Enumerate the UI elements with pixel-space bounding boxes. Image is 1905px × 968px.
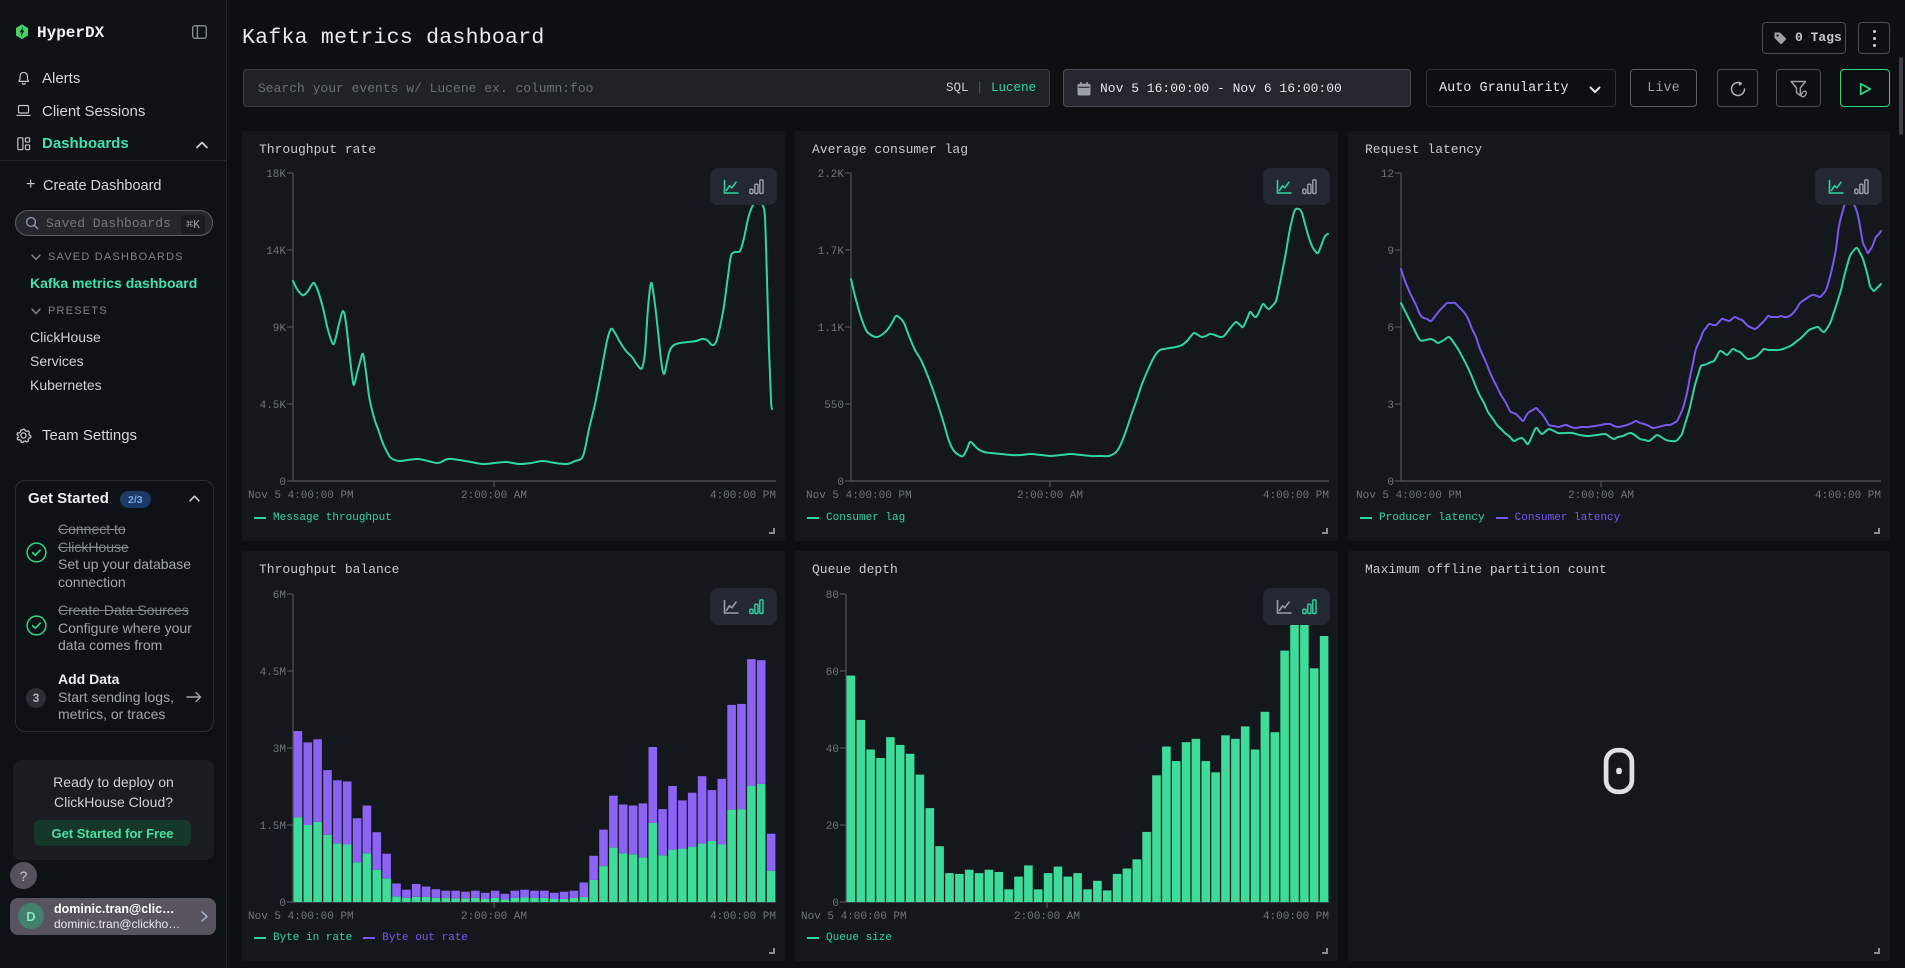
svg-text:4.5K: 4.5K: [260, 400, 287, 412]
svg-text:4:00:00 PM: 4:00:00 PM: [710, 911, 776, 923]
svg-text:18K: 18K: [266, 169, 286, 181]
svg-text:0: 0: [279, 898, 286, 910]
svg-text:4:00:00 PM: 4:00:00 PM: [1815, 490, 1881, 502]
svg-text:2:00:00 AM: 2:00:00 AM: [1568, 490, 1634, 502]
svg-text:2:00:00 AM: 2:00:00 AM: [1014, 911, 1080, 923]
svg-text:0: 0: [279, 477, 286, 489]
svg-text:2:00:00 AM: 2:00:00 AM: [1017, 490, 1083, 502]
svg-text:0: 0: [837, 477, 844, 489]
svg-text:6M: 6M: [273, 590, 286, 602]
svg-text:40: 40: [826, 744, 839, 756]
svg-text:1.7K: 1.7K: [818, 246, 845, 258]
svg-text:1.1K: 1.1K: [818, 323, 845, 335]
svg-text:Nov 5 4:00:00 PM: Nov 5 4:00:00 PM: [248, 911, 354, 923]
svg-text:12: 12: [1381, 169, 1394, 181]
svg-text:4:00:00 PM: 4:00:00 PM: [1263, 490, 1329, 502]
svg-text:20: 20: [826, 821, 839, 833]
svg-text:4.5M: 4.5M: [260, 667, 286, 679]
svg-text:0: 0: [1387, 477, 1394, 489]
svg-text:550: 550: [824, 400, 844, 412]
svg-text:9K: 9K: [273, 323, 287, 335]
svg-text:2:00:00 AM: 2:00:00 AM: [461, 490, 527, 502]
svg-text:Nov 5 4:00:00 PM: Nov 5 4:00:00 PM: [1356, 490, 1462, 502]
svg-text:4:00:00 PM: 4:00:00 PM: [710, 490, 776, 502]
svg-text:0: 0: [832, 898, 839, 910]
svg-text:Nov 5 4:00:00 PM: Nov 5 4:00:00 PM: [801, 911, 907, 923]
svg-text:1.5M: 1.5M: [260, 821, 286, 833]
svg-text:80: 80: [826, 590, 839, 602]
svg-text:2:00:00 AM: 2:00:00 AM: [461, 911, 527, 923]
svg-text:14K: 14K: [266, 246, 286, 258]
svg-text:6: 6: [1387, 323, 1394, 335]
svg-text:9: 9: [1387, 246, 1394, 258]
svg-text:60: 60: [826, 667, 839, 679]
svg-text:Nov 5 4:00:00 PM: Nov 5 4:00:00 PM: [248, 490, 354, 502]
svg-text:2.2K: 2.2K: [818, 169, 845, 181]
svg-text:3: 3: [1387, 400, 1394, 412]
svg-text:4:00:00 PM: 4:00:00 PM: [1263, 911, 1329, 923]
svg-text:Nov 5 4:00:00 PM: Nov 5 4:00:00 PM: [806, 490, 912, 502]
svg-text:3M: 3M: [273, 744, 286, 756]
